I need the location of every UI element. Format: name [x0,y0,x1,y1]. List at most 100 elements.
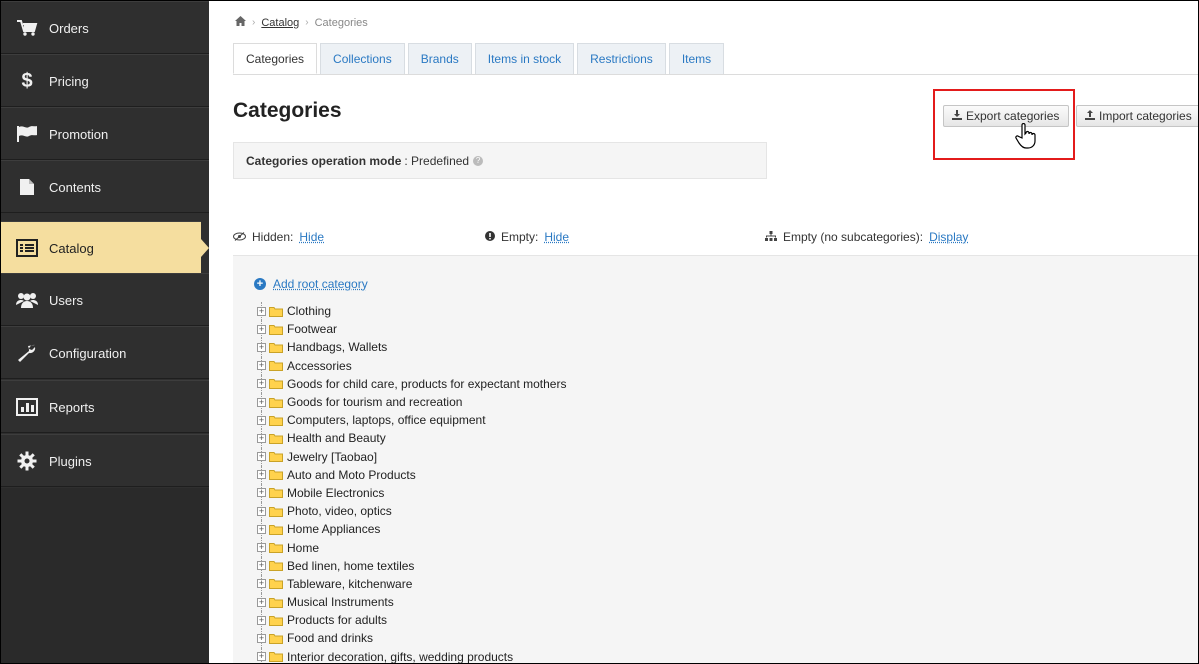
expand-icon[interactable]: + [257,615,266,625]
tree-row-label[interactable]: Musical Instruments [287,595,394,609]
tree-row-label[interactable]: Jewelry [Taobao] [287,450,377,464]
tab-collections[interactable]: Collections [320,43,405,74]
folder-icon [269,451,283,463]
expand-icon[interactable]: + [257,561,266,571]
tree-row-label[interactable]: Home [287,541,319,555]
tree-row-label[interactable]: Mobile Electronics [287,486,384,500]
tree-row[interactable]: + Auto and Moto Products [257,465,857,485]
expand-icon[interactable]: + [257,433,266,443]
filter-no-subcategories-toggle[interactable]: Display [929,230,968,244]
expand-icon[interactable]: + [257,342,266,352]
expand-icon[interactable]: + [257,470,266,480]
tree-row-label[interactable]: Handbags, Wallets [287,340,387,354]
sidebar-item-promotion[interactable]: Promotion [1,107,209,160]
operation-mode-value: : Predefined [404,153,470,168]
sidebar-item-contents[interactable]: Contents [1,160,209,213]
tree-row[interactable]: + Accessories [257,356,857,375]
tab-items[interactable]: Items [668,43,725,74]
sidebar-item-orders[interactable]: Orders [1,1,209,54]
tree-row[interactable]: + Footwear [257,320,857,339]
tree-row[interactable]: + Tableware, kitchenware [257,574,857,594]
expand-icon[interactable]: + [257,597,266,607]
tree-row[interactable]: + Goods for child care, products for expe… [257,374,857,394]
tab-restrictions[interactable]: Restrictions [577,43,666,74]
tree-row-label[interactable]: Photo, video, optics [287,504,392,518]
tree-row-label[interactable]: Bed linen, home textiles [287,559,414,573]
tree-row[interactable]: + Bed linen, home textiles [257,556,857,576]
expand-icon[interactable]: + [257,524,266,534]
tree-row[interactable]: + Musical Instruments [257,593,857,612]
tree-row-label[interactable]: Food and drinks [287,631,373,645]
tree-row-label[interactable]: Home Appliances [287,522,380,536]
operation-mode-label: Categories operation mode [246,153,402,168]
tree-row[interactable]: + Computers, laptops, office equipment [257,411,857,430]
tree-row-label[interactable]: Computers, laptops, office equipment [287,413,486,427]
expand-icon[interactable]: + [257,415,266,425]
tree-row-label[interactable]: Clothing [287,304,331,318]
expand-icon[interactable]: + [257,652,266,662]
tree-row[interactable]: + Photo, video, optics [257,502,857,521]
tree-row-label[interactable]: Footwear [287,322,337,336]
tree-row-label[interactable]: Interior decoration, gifts, wedding prod… [287,650,513,663]
tab-categories[interactable]: Categories [233,43,318,74]
breadcrumb-separator: › [252,17,256,28]
help-icon[interactable]: ? [473,155,484,166]
folder-icon [269,415,283,426]
tree-row[interactable]: + Health and Beauty [257,429,857,448]
sitemap-icon [765,230,777,244]
tree-row-label[interactable]: Goods for tourism and recreation [287,395,462,409]
filter-empty-toggle[interactable]: Hide [544,230,569,244]
tree-row[interactable]: + Home [257,538,857,557]
filter-no-subcategories: Empty (no subcategories): Display [765,230,968,244]
sidebar-item-reports[interactable]: Reports [1,380,209,433]
expand-icon[interactable]: + [257,506,266,516]
sidebar-item-catalog[interactable]: Catalog [1,221,209,274]
expand-icon[interactable]: + [257,488,266,498]
sidebar-item-users[interactable]: Users [1,273,209,326]
expand-icon[interactable]: + [257,361,266,371]
sidebar-item-pricing[interactable]: $ Pricing [1,54,209,107]
tree-row-label[interactable]: Products for adults [287,613,387,627]
expand-icon[interactable]: + [257,306,266,316]
sidebar-item-configuration[interactable]: Configuration [1,326,209,379]
tree-row-label[interactable]: Goods for child care, products for expec… [287,377,566,391]
tab-brands[interactable]: Brands [407,43,472,74]
tree-row[interactable]: + Food and drinks [257,629,857,648]
tree-row[interactable]: + Home Appliances [257,520,857,539]
add-root-category-link[interactable]: Add root category [273,277,368,291]
import-categories-button[interactable]: Import categories [1076,105,1198,127]
expand-icon[interactable]: + [257,397,266,407]
tree-row[interactable]: + Jewelry [Taobao] [257,447,857,466]
export-categories-button[interactable]: Export categories [943,105,1069,127]
expand-icon[interactable]: + [257,543,266,553]
expand-icon[interactable]: + [257,379,266,389]
expand-icon[interactable]: + [257,324,266,334]
eye-slash-icon [233,230,246,244]
app-frame: Orders $ Pricing Promotion Contents Cata… [0,0,1199,664]
tree-row[interactable]: + Mobile Electronics [257,483,857,503]
tab-items-in-stock[interactable]: Items in stock [474,43,575,74]
folder-icon [269,324,283,335]
export-categories-label: Export categories [966,109,1060,123]
dollar-icon: $ [21,69,33,92]
tree-row[interactable]: + Clothing [257,302,857,321]
expand-icon[interactable]: + [257,452,266,462]
home-icon[interactable] [235,16,246,29]
breadcrumb: › Catalog › Categories [235,16,368,29]
tree-row-label[interactable]: Health and Beauty [287,431,386,445]
expand-icon[interactable]: + [257,579,266,589]
folder-icon [269,397,283,408]
sidebar-item-plugins[interactable]: Plugins [1,434,209,487]
expand-icon[interactable]: + [257,633,266,643]
tree-row[interactable]: + Interior decoration, gifts, wedding pro… [257,647,857,663]
breadcrumb-link-catalog[interactable]: Catalog [261,17,299,29]
tree-row[interactable]: + Goods for tourism and recreation [257,392,857,412]
tree-row-label[interactable]: Auto and Moto Products [287,468,416,482]
tree-row-label[interactable]: Accessories [287,359,352,373]
tree-row[interactable]: + Handbags, Wallets [257,338,857,357]
tree-row-label[interactable]: Tableware, kitchenware [287,577,412,591]
tree-row[interactable]: + Products for adults [257,611,857,630]
filter-hidden-toggle[interactable]: Hide [299,230,324,244]
sidebar-item-label: Catalog [49,241,94,256]
sidebar-item-label: Configuration [49,346,127,361]
